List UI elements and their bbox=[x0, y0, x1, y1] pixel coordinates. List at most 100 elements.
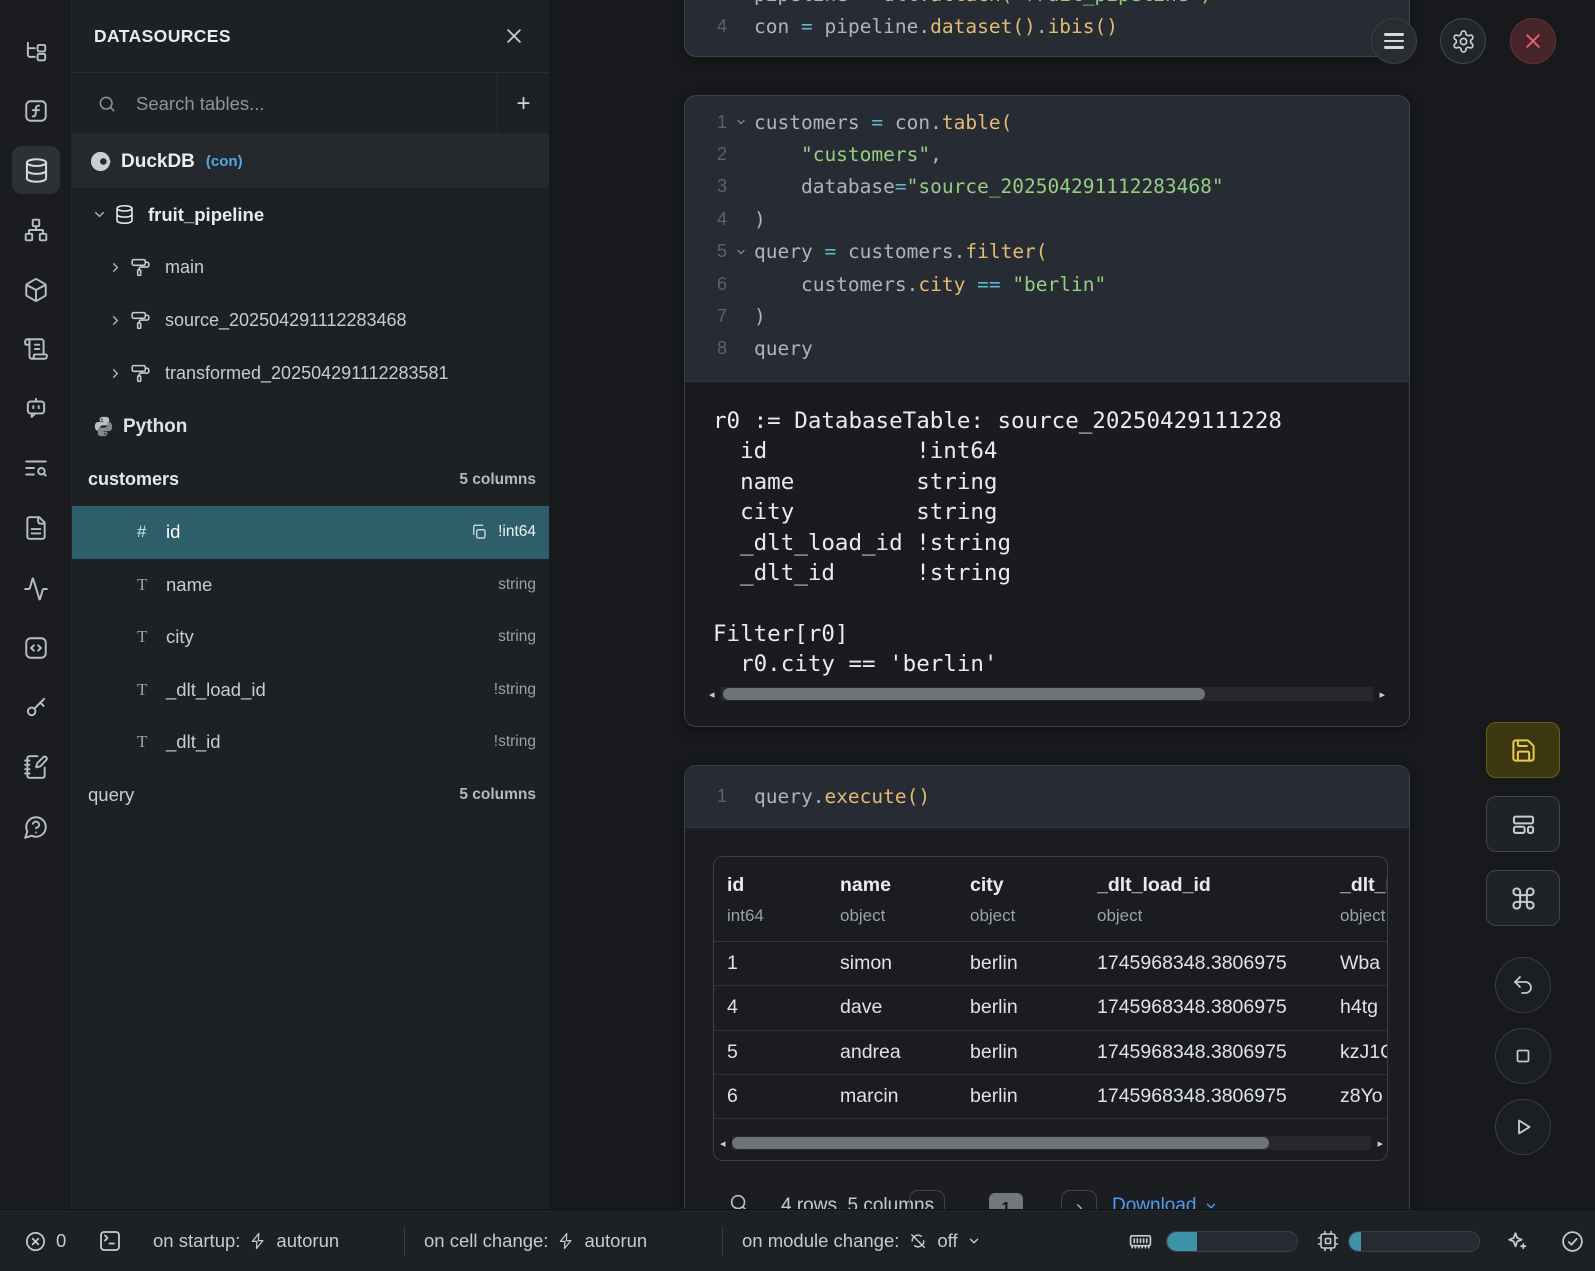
line-number: 6 bbox=[685, 274, 727, 295]
list-search-icon[interactable] bbox=[12, 444, 60, 492]
shutdown-button[interactable] bbox=[1510, 18, 1556, 64]
code-line[interactable]: ) bbox=[754, 305, 766, 328]
code-square-icon[interactable] bbox=[12, 624, 60, 672]
table-row[interactable]: 5andreaberlin1745968348.3806975kzJ1C bbox=[714, 1031, 1387, 1075]
file-text-icon[interactable] bbox=[12, 504, 60, 552]
connection-row-duckdb[interactable]: DuckDB (con) bbox=[72, 135, 549, 188]
horizontal-scrollbar[interactable]: ◂ ▸ bbox=[720, 1135, 1383, 1151]
column-row-city[interactable]: T city string bbox=[72, 611, 549, 664]
code-line[interactable]: customers = con.table( bbox=[754, 111, 1012, 134]
code-line[interactable]: query.execute() bbox=[754, 785, 930, 808]
code-line[interactable]: pipeline = dlt.attach("fruit_pipeline") bbox=[754, 0, 1212, 6]
scroll-left-icon[interactable]: ◂ bbox=[709, 688, 721, 701]
column-type: !int64 bbox=[498, 523, 536, 541]
column-dtype: object bbox=[840, 906, 970, 926]
activity-rail bbox=[0, 0, 72, 1271]
chevron-down-icon[interactable] bbox=[92, 207, 107, 222]
column-header[interactable]: name bbox=[840, 874, 970, 897]
connection-status-icon[interactable] bbox=[1560, 1210, 1585, 1271]
chevron-right-icon[interactable] bbox=[108, 366, 123, 381]
file-tree-icon[interactable] bbox=[12, 28, 60, 76]
tree-item-database[interactable]: fruit_pipeline bbox=[72, 188, 549, 241]
terminal-button[interactable] bbox=[98, 1210, 122, 1271]
column-row-dlt-id[interactable]: T _dlt_id !string bbox=[72, 716, 549, 769]
column-name: id bbox=[166, 521, 470, 543]
code-line[interactable]: query bbox=[754, 337, 813, 360]
key-icon[interactable] bbox=[12, 683, 60, 731]
schema-icon bbox=[130, 363, 151, 384]
notebook-pen-icon[interactable] bbox=[12, 743, 60, 791]
tree-item-label: main bbox=[165, 257, 204, 278]
column-row-name[interactable]: T name string bbox=[72, 559, 549, 612]
command-palette-button[interactable] bbox=[1486, 870, 1560, 926]
network-icon[interactable] bbox=[12, 206, 60, 254]
copy-icon[interactable] bbox=[470, 523, 488, 541]
error-counter[interactable]: 0 bbox=[24, 1210, 66, 1271]
table-row[interactable]: 4daveberlin1745968348.3806975h4tg bbox=[714, 986, 1387, 1030]
code-line[interactable]: con = pipeline.dataset().ibis() bbox=[754, 15, 1118, 38]
chevron-right-icon[interactable] bbox=[108, 313, 123, 328]
scroll-right-icon[interactable]: ▸ bbox=[1371, 1137, 1383, 1150]
help-circle-icon[interactable] bbox=[12, 803, 60, 851]
column-header[interactable]: _dlt_load_id bbox=[1097, 874, 1340, 897]
on-cell-change-setting[interactable]: on cell change: autorun bbox=[424, 1210, 647, 1271]
table-row[interactable]: 6marcinberlin1745968348.3806975z8Yo bbox=[714, 1075, 1387, 1119]
table-row-customers[interactable]: customers 5 columns bbox=[72, 453, 549, 506]
settings-button[interactable] bbox=[1440, 18, 1486, 64]
search-input[interactable] bbox=[134, 92, 424, 116]
chevron-right-icon[interactable] bbox=[108, 260, 123, 275]
tree-item-schema-source[interactable]: source_202504291112283468 bbox=[72, 294, 549, 347]
column-header[interactable]: id bbox=[727, 874, 840, 897]
scroll-icon[interactable] bbox=[12, 325, 60, 373]
scrollbar-thumb[interactable] bbox=[723, 688, 1205, 700]
box-icon[interactable] bbox=[12, 266, 60, 314]
text-type-icon: T bbox=[137, 680, 166, 700]
line-number: 4 bbox=[685, 209, 727, 230]
on-startup-setting[interactable]: on startup: autorun bbox=[153, 1210, 339, 1271]
database-icon[interactable] bbox=[12, 146, 60, 194]
connection-badge: (con) bbox=[206, 153, 243, 170]
scroll-right-icon[interactable]: ▸ bbox=[1373, 688, 1385, 701]
line-number: 3 bbox=[685, 176, 727, 197]
cpu-usage-bar[interactable] bbox=[1348, 1210, 1480, 1271]
run-button[interactable] bbox=[1495, 1099, 1551, 1155]
code-line[interactable]: customers.city == "berlin" bbox=[754, 273, 1106, 296]
section-python[interactable]: Python bbox=[72, 400, 549, 453]
function-square-icon[interactable] bbox=[12, 87, 60, 135]
on-module-change-setting[interactable]: on module change: off bbox=[742, 1210, 981, 1271]
ai-sparkles-icon[interactable] bbox=[1504, 1210, 1529, 1271]
column-header[interactable]: city bbox=[970, 874, 1097, 897]
code-line[interactable]: "customers", bbox=[754, 143, 942, 166]
column-header[interactable]: _dlt_id bbox=[1340, 874, 1388, 897]
activity-icon[interactable] bbox=[12, 565, 60, 613]
horizontal-scrollbar[interactable]: ◂ ▸ bbox=[709, 686, 1385, 702]
code-line[interactable]: query = customers.filter( bbox=[754, 240, 1048, 263]
column-dtype: int64 bbox=[727, 906, 840, 926]
cell-menu-button[interactable] bbox=[1371, 18, 1417, 64]
scroll-left-icon[interactable]: ◂ bbox=[720, 1137, 732, 1150]
save-button[interactable] bbox=[1486, 722, 1560, 778]
column-row-dlt-load-id[interactable]: T _dlt_load_id !string bbox=[72, 664, 549, 717]
scrollbar-thumb[interactable] bbox=[732, 1137, 1269, 1149]
table-row[interactable]: 1simonberlin1745968348.3806975Wba bbox=[714, 942, 1387, 986]
code-line[interactable]: ) bbox=[754, 208, 766, 231]
table-row-query[interactable]: query 5 columns bbox=[72, 769, 549, 822]
panel-title: DATASOURCES bbox=[94, 26, 501, 47]
code-cell-query[interactable]: 1customers = con.table( 2 "customers", 3… bbox=[684, 95, 1410, 727]
code-cell-setup[interactable]: 3 pipeline = dlt.attach("fruit_pipeline"… bbox=[684, 0, 1410, 57]
undo-button[interactable] bbox=[1495, 957, 1551, 1013]
stop-button[interactable] bbox=[1495, 1028, 1551, 1084]
tree-item-schema-transformed[interactable]: transformed_202504291112283581 bbox=[72, 347, 549, 400]
tree-item-schema-main[interactable]: main bbox=[72, 241, 549, 294]
code-cell-execute[interactable]: 1 query.execute() idint64 nameobject cit… bbox=[684, 765, 1410, 1235]
close-panel-icon[interactable] bbox=[501, 23, 527, 49]
code-line[interactable]: database="source_202504291112283468" bbox=[754, 175, 1224, 198]
add-datasource-button[interactable]: + bbox=[497, 73, 549, 134]
column-dtype: object bbox=[1097, 906, 1340, 926]
save-icon bbox=[1510, 737, 1537, 764]
column-row-id[interactable]: # id !int64 bbox=[72, 506, 549, 559]
bot-icon[interactable] bbox=[12, 384, 60, 432]
ram-usage-bar[interactable] bbox=[1166, 1210, 1298, 1271]
line-number: 3 bbox=[685, 0, 727, 5]
layout-toggle-button[interactable] bbox=[1486, 796, 1560, 852]
